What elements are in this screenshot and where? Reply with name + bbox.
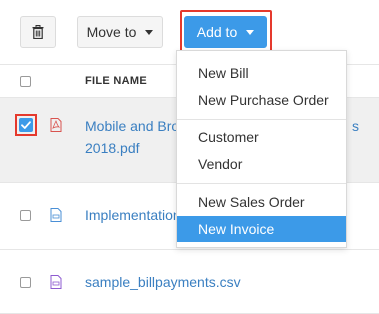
trash-icon <box>32 25 44 39</box>
menu-item-new-invoice[interactable]: New Invoice <box>177 216 346 242</box>
delete-button[interactable] <box>20 16 56 48</box>
row-checkbox[interactable] <box>20 277 31 288</box>
file-name[interactable]: Implementation <box>85 205 181 225</box>
select-all-checkbox[interactable] <box>20 76 31 87</box>
move-to-button[interactable]: Move to <box>77 16 163 48</box>
table-row[interactable]: sample_billpayments.csv <box>0 250 379 314</box>
move-to-label: Move to <box>86 24 137 40</box>
menu-item-customer[interactable]: Customer <box>177 124 346 150</box>
checkmark-icon <box>21 121 31 129</box>
row-checkbox-checked[interactable] <box>19 118 33 132</box>
menu-item-new-purchase-order[interactable]: New Purchase Order <box>177 87 346 113</box>
menu-divider <box>177 183 346 184</box>
chevron-down-icon <box>145 29 154 35</box>
csv-file-icon <box>50 275 62 289</box>
column-file-name: FILE NAME <box>85 75 147 87</box>
document-file-icon <box>50 208 62 222</box>
file-name-tail[interactable]: s <box>352 116 359 136</box>
chevron-down-icon <box>246 29 255 35</box>
menu-item-new-sales-order[interactable]: New Sales Order <box>177 189 346 215</box>
file-name-line1[interactable]: Mobile and Bro <box>85 116 179 136</box>
add-to-dropdown-menu: New Bill New Purchase Order Customer Ven… <box>176 50 347 248</box>
menu-item-vendor[interactable]: Vendor <box>177 151 346 177</box>
file-name[interactable]: sample_billpayments.csv <box>85 272 241 292</box>
menu-item-new-bill[interactable]: New Bill <box>177 60 346 86</box>
menu-divider <box>177 119 346 120</box>
file-name-line2[interactable]: 2018.pdf <box>85 138 140 158</box>
pdf-file-icon <box>50 118 62 132</box>
row-checkbox[interactable] <box>20 210 31 221</box>
add-to-button[interactable]: Add to <box>184 16 267 48</box>
add-to-label: Add to <box>196 24 238 40</box>
